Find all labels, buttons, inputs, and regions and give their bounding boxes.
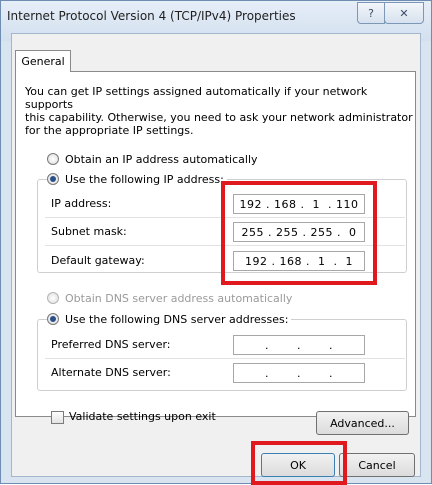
red-highlight-ip-fields	[221, 181, 377, 285]
obtain-dns-auto-label: Obtain DNS server address automatically	[65, 291, 293, 305]
radio-checked-icon	[47, 173, 59, 185]
help-button[interactable]: ?	[357, 2, 385, 24]
preferred-dns-label: Preferred DNS server:	[51, 338, 171, 351]
subnet-mask-label: Subnet mask:	[51, 225, 127, 238]
radio-disabled-icon	[47, 292, 59, 304]
help-icon: ?	[368, 6, 374, 20]
dialog-window: Internet Protocol Version 4 (TCP/IPv4) P…	[0, 0, 432, 485]
ip-address-label: IP address:	[51, 197, 112, 210]
use-following-ip-label: Use the following IP address:	[65, 172, 224, 186]
validate-checkbox[interactable]	[51, 411, 64, 424]
obtain-ip-auto-radio[interactable]: Obtain an IP address automatically	[47, 151, 261, 167]
description-text: You can get IP settings assigned automat…	[25, 85, 415, 137]
red-highlight-ok-button	[251, 441, 347, 485]
validate-label: Validate settings upon exit	[69, 410, 216, 423]
radio-checked-icon	[47, 313, 59, 325]
description-line-3: for the appropriate IP settings.	[25, 124, 194, 137]
tab-general-label: General	[21, 55, 65, 68]
cancel-button[interactable]: Cancel	[339, 453, 415, 477]
description-line-2: this capability. Otherwise, you need to …	[25, 111, 413, 124]
description-line-1: You can get IP settings assigned automat…	[25, 85, 368, 111]
obtain-ip-auto-label: Obtain an IP address automatically	[65, 152, 258, 166]
close-icon: ✕	[399, 6, 409, 20]
radio-unchecked-icon	[47, 153, 59, 165]
window-title: Internet Protocol Version 4 (TCP/IPv4) P…	[7, 9, 296, 23]
use-following-dns-radio[interactable]: Use the following DNS server addresses:	[47, 311, 292, 327]
default-gateway-label: Default gateway:	[51, 254, 145, 267]
alternate-dns-label: Alternate DNS server:	[51, 366, 171, 379]
alternate-dns-input[interactable]: . . .	[233, 363, 365, 383]
close-button[interactable]: ✕	[384, 2, 424, 24]
use-following-ip-radio[interactable]: Use the following IP address:	[47, 171, 227, 187]
use-following-dns-label: Use the following DNS server addresses:	[65, 312, 289, 326]
field-divider	[45, 358, 405, 359]
tab-general[interactable]: General	[15, 50, 71, 72]
preferred-dns-input[interactable]: . . .	[233, 335, 365, 355]
advanced-button[interactable]: Advanced...	[316, 411, 409, 435]
obtain-dns-auto-radio[interactable]: Obtain DNS server address automatically	[47, 290, 296, 306]
